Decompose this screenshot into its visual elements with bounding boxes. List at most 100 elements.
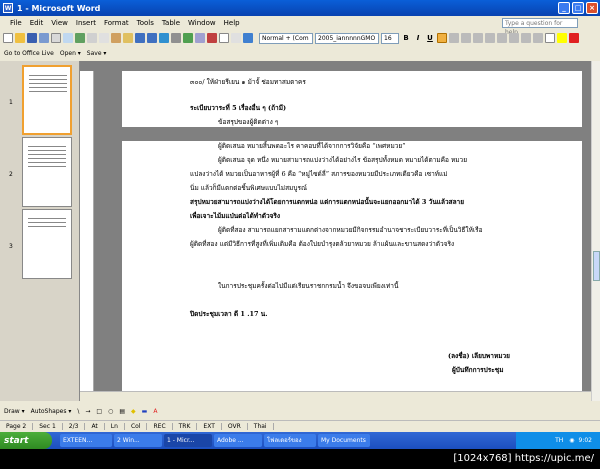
line-tool-icon[interactable]: \ xyxy=(77,408,79,415)
language-indicator[interactable]: TH xyxy=(555,437,563,444)
undo-icon[interactable] xyxy=(135,33,145,43)
drawing-toolbar: Draw ▾ AutoShapes ▾ \ → □ ○ ▤ ◆ ▬ A xyxy=(0,404,600,418)
decrease-indent-icon[interactable] xyxy=(521,33,531,43)
doc-line: ผู้ติดเสนอ จุด หนึ่ง หมายสามารถแบ่งว่างไ… xyxy=(218,156,468,164)
fill-color-icon[interactable]: ◆ xyxy=(131,408,136,415)
align-left-icon[interactable] xyxy=(437,33,447,43)
vertical-ruler[interactable] xyxy=(80,71,94,401)
numbering-icon[interactable] xyxy=(497,33,507,43)
menu-tools[interactable]: Tools xyxy=(137,19,154,27)
paste-icon[interactable] xyxy=(111,33,121,43)
maximize-button[interactable]: □ xyxy=(572,2,584,14)
open-folder-icon[interactable] xyxy=(15,33,25,43)
save-icon[interactable] xyxy=(27,33,37,43)
menu-edit[interactable]: Edit xyxy=(30,19,44,27)
align-right-icon[interactable] xyxy=(461,33,471,43)
status-page: Page 2 xyxy=(0,422,34,430)
close-button[interactable]: × xyxy=(586,2,598,14)
menu-help[interactable]: Help xyxy=(224,19,240,27)
help-search-input[interactable]: Type a question for help xyxy=(502,18,578,36)
permission-icon[interactable] xyxy=(39,33,49,43)
align-center-icon[interactable] xyxy=(449,33,459,43)
status-at: At xyxy=(85,422,105,430)
italic-button[interactable]: I xyxy=(413,33,423,44)
open-button[interactable]: Open ▾ xyxy=(60,50,81,57)
print-preview-icon[interactable] xyxy=(63,33,73,43)
menu-window[interactable]: Window xyxy=(188,19,216,27)
status-ovr[interactable]: OVR xyxy=(222,422,248,430)
line-spacing-icon[interactable] xyxy=(485,33,495,43)
doc-line: เพื่อเจาะไม้มแป่นต่อได้ทำตัวจริง xyxy=(190,212,281,220)
autoshapes-menu[interactable]: AutoShapes ▾ xyxy=(31,408,72,415)
page-thumbnail[interactable] xyxy=(22,137,72,207)
justify-icon[interactable] xyxy=(473,33,483,43)
show-hide-icon[interactable] xyxy=(219,33,229,43)
menu-file[interactable]: File xyxy=(10,19,22,27)
textbox-icon[interactable]: ▤ xyxy=(119,408,125,415)
taskbar-item[interactable]: My Documents xyxy=(318,434,370,447)
minimize-button[interactable]: _ xyxy=(558,2,570,14)
page-thumbnail[interactable] xyxy=(22,209,72,279)
tray-icon[interactable]: ◉ xyxy=(569,437,574,444)
highlight-icon[interactable] xyxy=(557,33,567,43)
taskbar-item[interactable]: Adobe ... xyxy=(214,434,262,447)
word-app-icon: W xyxy=(3,3,13,13)
doc-signature: (ลงชื่อ) เลียบพาหมวย xyxy=(448,352,510,360)
format-painter-icon[interactable] xyxy=(123,33,133,43)
document-page[interactable]: ๓๐๐/ ให้ฝ่ายรีเยน ๑ ม้าจั้ ช่อมทาสมตาคร … xyxy=(122,71,582,401)
underline-button[interactable]: U xyxy=(425,33,435,44)
font-color-icon[interactable] xyxy=(569,33,579,43)
rectangle-tool-icon[interactable]: □ xyxy=(96,408,102,415)
save-button[interactable]: Save ▾ xyxy=(87,50,107,57)
draw-menu[interactable]: Draw ▾ xyxy=(4,408,25,415)
taskbar-item[interactable]: 1 - Micr... xyxy=(164,434,212,447)
copy-icon[interactable] xyxy=(99,33,109,43)
doc-line: นิ่ม แล้วก็มีแตกต่อชิ้นพิเศษแบบไม่สมบูรณ… xyxy=(190,184,307,192)
status-section: Sec 1 xyxy=(33,422,63,430)
font-color-icon[interactable]: A xyxy=(153,408,157,415)
style-dropdown[interactable]: Normal + (Com xyxy=(259,32,313,44)
line-color-icon[interactable]: ▬ xyxy=(142,408,148,415)
status-trk[interactable]: TRK xyxy=(173,422,198,430)
doc-line: ในการประชุมครั้งต่อไปมีแต่เรียนราชกกรมน้… xyxy=(218,282,399,290)
status-ext[interactable]: EXT xyxy=(197,422,222,430)
print-icon[interactable] xyxy=(51,33,61,43)
hyperlink-icon[interactable] xyxy=(159,33,169,43)
vertical-scrollbar[interactable] xyxy=(591,61,600,401)
new-document-icon[interactable] xyxy=(3,33,13,43)
arrow-tool-icon[interactable]: → xyxy=(85,408,90,415)
drawing-icon[interactable] xyxy=(207,33,217,43)
font-size-dropdown[interactable]: 16 xyxy=(381,32,399,44)
menu-view[interactable]: View xyxy=(51,19,68,27)
taskbar-item[interactable]: 2 Win... xyxy=(114,434,162,447)
menu-format[interactable]: Format xyxy=(104,19,129,27)
spelling-icon[interactable] xyxy=(75,33,85,43)
doc-line: ๓๐๐/ ให้ฝ่ายรีเยน ๑ ม้าจั้ ช่อมทาสมตาคร xyxy=(190,78,306,86)
excel-icon[interactable] xyxy=(183,33,193,43)
menu-table[interactable]: Table xyxy=(162,19,180,27)
table-icon[interactable] xyxy=(171,33,181,43)
bold-button[interactable]: B xyxy=(401,33,411,44)
office-live-button[interactable]: Go to Office Live xyxy=(4,50,54,57)
zoom-icon[interactable] xyxy=(231,33,241,43)
columns-icon[interactable] xyxy=(195,33,205,43)
start-button[interactable]: start xyxy=(0,432,52,449)
redo-icon[interactable] xyxy=(147,33,157,43)
font-dropdown[interactable]: 2005_iannnnnGMO xyxy=(315,32,379,44)
bullets-icon[interactable] xyxy=(509,33,519,43)
status-ln: Ln xyxy=(105,422,125,430)
document-area: ๓๐๐/ ให้ฝ่ายรีเยน ๑ ม้าจั้ ช่อมทาสมตาคร … xyxy=(80,61,591,401)
status-language: Thai xyxy=(248,422,274,430)
status-rec[interactable]: REC xyxy=(147,422,173,430)
taskbar-item[interactable]: โฟลเดอร์ของ xyxy=(264,434,316,447)
oval-tool-icon[interactable]: ○ xyxy=(108,408,113,415)
page-thumbnail[interactable] xyxy=(22,65,72,135)
increase-indent-icon[interactable] xyxy=(533,33,543,43)
horizontal-scrollbar[interactable] xyxy=(80,391,591,401)
help-icon[interactable] xyxy=(243,33,253,43)
cut-icon[interactable] xyxy=(87,33,97,43)
menu-insert[interactable]: Insert xyxy=(76,19,96,27)
taskbar-item[interactable]: EXTEEN... xyxy=(60,434,112,447)
border-icon[interactable] xyxy=(545,33,555,43)
scroll-thumb[interactable] xyxy=(593,251,600,281)
